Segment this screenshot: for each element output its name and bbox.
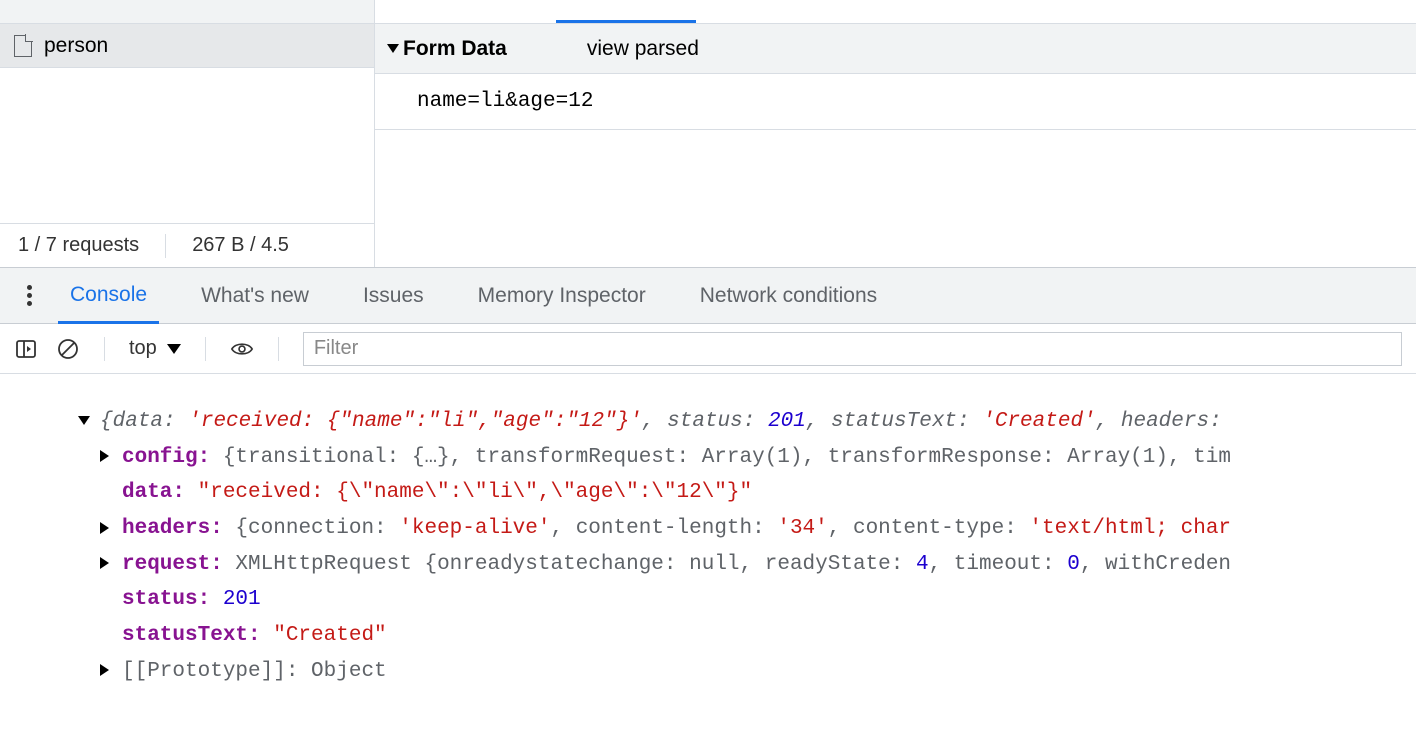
form-data-section-toggle[interactable]: Form Data bbox=[387, 37, 507, 61]
drawer-tab-bar: Console What's new Issues Memory Inspect… bbox=[0, 268, 1416, 324]
console-output: {data: 'received: {"name":"li","age":"12… bbox=[0, 374, 1416, 702]
console-prop-config[interactable]: config: {transitional: {…}, transformReq… bbox=[78, 440, 1404, 476]
toggle-sidebar-button[interactable] bbox=[14, 337, 38, 361]
tab-memory-inspector[interactable]: Memory Inspector bbox=[466, 268, 658, 323]
file-icon bbox=[14, 35, 32, 57]
status-divider bbox=[165, 234, 166, 258]
tab-issues[interactable]: Issues bbox=[351, 268, 436, 323]
toolbar-divider bbox=[205, 337, 206, 361]
top-strip-left bbox=[0, 0, 375, 23]
prop-val: Object bbox=[298, 660, 386, 683]
toolbar-divider bbox=[278, 337, 279, 361]
view-parsed-button[interactable]: view parsed bbox=[587, 37, 699, 61]
request-count: 1 / 7 requests bbox=[18, 234, 139, 257]
triangle-right-icon bbox=[100, 557, 109, 569]
form-data-body: name=li&age=12 bbox=[375, 74, 1416, 130]
summary-val: 'received: {"name":"li","age":"12"}' bbox=[188, 410, 642, 433]
live-expression-button[interactable] bbox=[230, 337, 254, 361]
network-status-bar: 1 / 7 requests 267 B / 4.5 bbox=[0, 223, 374, 267]
prop-val: "Created" bbox=[261, 624, 387, 647]
toolbar-divider bbox=[104, 337, 105, 361]
console-prop-status[interactable]: status: 201 bbox=[78, 582, 1404, 618]
eye-icon bbox=[230, 338, 254, 360]
prop-key: statusText: bbox=[122, 624, 261, 647]
active-subtab-indicator bbox=[556, 0, 696, 23]
summary-val: 201 bbox=[768, 410, 806, 433]
triangle-down-icon bbox=[78, 416, 90, 425]
tab-console[interactable]: Console bbox=[58, 269, 159, 324]
summary-key: statusText: bbox=[831, 410, 982, 433]
tab-network-conditions[interactable]: Network conditions bbox=[688, 268, 889, 323]
transfer-size: 267 B / 4.5 bbox=[192, 234, 289, 257]
prop-key: [[Prototype]]: bbox=[122, 660, 298, 683]
summary-key: status: bbox=[667, 410, 768, 433]
prop-val: "received: {\"name\":\"li\",\"age\":\"12… bbox=[185, 481, 752, 504]
summary-key: data: bbox=[113, 410, 189, 433]
triangle-right-icon bbox=[100, 522, 109, 534]
brace: { bbox=[100, 410, 113, 433]
panel-left-icon bbox=[15, 338, 37, 360]
triangle-down-icon bbox=[387, 44, 399, 53]
context-label: top bbox=[129, 337, 157, 360]
clear-icon bbox=[57, 338, 79, 360]
summary-val: 'Created' bbox=[982, 410, 1095, 433]
network-request-list: person 1 / 7 requests 267 B / 4.5 bbox=[0, 24, 375, 267]
console-prop-statustext[interactable]: statusText: "Created" bbox=[78, 618, 1404, 654]
console-object-summary[interactable]: {data: 'received: {"name":"li","age":"12… bbox=[78, 404, 1404, 440]
caret-down-icon bbox=[167, 344, 181, 354]
form-data-header: Form Data view parsed bbox=[375, 24, 1416, 74]
form-data-pane: Form Data view parsed name=li&age=12 bbox=[375, 24, 1416, 267]
triangle-right-icon bbox=[100, 450, 109, 462]
prop-key: config: bbox=[122, 446, 210, 469]
network-request-row[interactable]: person bbox=[0, 24, 374, 68]
upper-panel: person 1 / 7 requests 267 B / 4.5 Form D… bbox=[0, 24, 1416, 268]
console-prop-data[interactable]: data: "received: {\"name\":\"li\",\"age\… bbox=[78, 475, 1404, 511]
console-prop-prototype[interactable]: [[Prototype]]: Object bbox=[78, 654, 1404, 690]
top-tab-strip bbox=[0, 0, 1416, 24]
console-prop-headers[interactable]: headers: {connection: 'keep-alive', cont… bbox=[78, 511, 1404, 547]
request-list-spacer bbox=[0, 68, 374, 223]
console-prop-request[interactable]: request: XMLHttpRequest {onreadystatecha… bbox=[78, 547, 1404, 583]
more-vertical-icon bbox=[27, 285, 32, 306]
prop-val: {transitional: {…}, transformRequest: Ar… bbox=[210, 446, 1231, 469]
triangle-right-icon bbox=[100, 664, 109, 676]
prop-key: headers: bbox=[122, 517, 223, 540]
execution-context-select[interactable]: top bbox=[129, 337, 181, 360]
clear-console-button[interactable] bbox=[56, 337, 80, 361]
tab-whats-new[interactable]: What's new bbox=[189, 268, 321, 323]
more-tools-button[interactable] bbox=[0, 285, 58, 306]
form-data-title: Form Data bbox=[403, 37, 507, 61]
prop-val: 201 bbox=[210, 588, 260, 611]
console-filter-input[interactable] bbox=[303, 332, 1402, 366]
request-name: person bbox=[44, 34, 108, 58]
prop-key: request: bbox=[122, 553, 223, 576]
console-toolbar: top bbox=[0, 324, 1416, 374]
summary-key: headers: bbox=[1121, 410, 1222, 433]
prop-key: data: bbox=[122, 481, 185, 504]
prop-key: status: bbox=[122, 588, 210, 611]
